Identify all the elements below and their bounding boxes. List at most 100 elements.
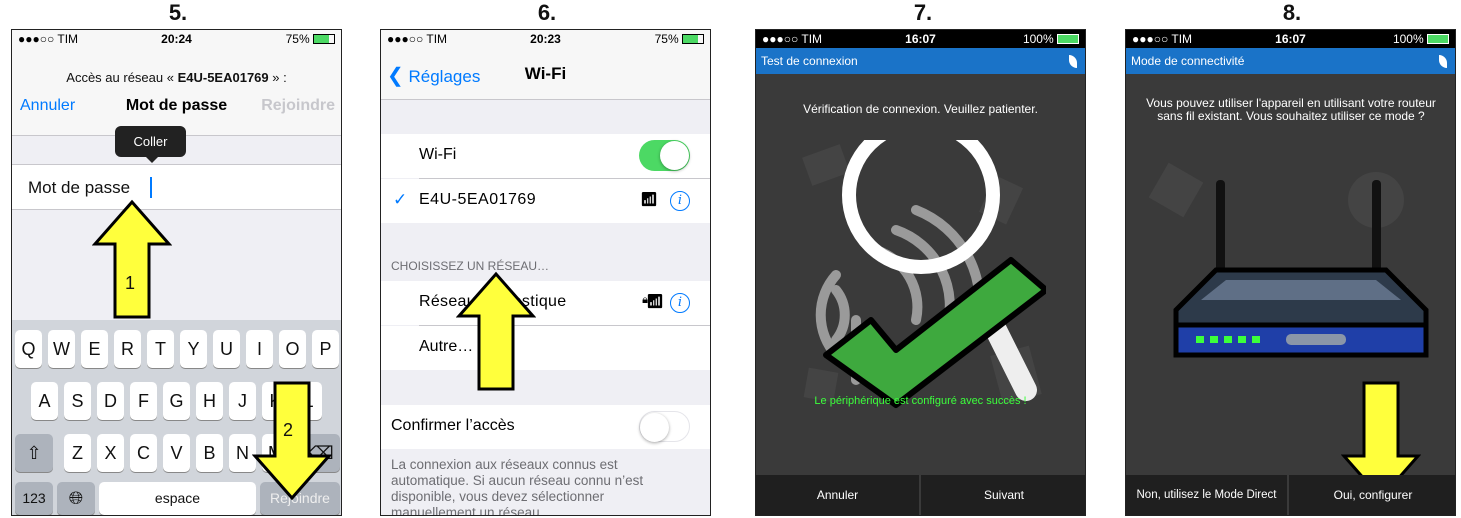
key-f[interactable]: F [130,382,157,420]
battery-label: 75% [286,32,335,46]
battery-label: 75% [655,32,704,46]
key-h[interactable]: H [196,382,223,420]
text-cursor [150,177,152,198]
password-field-label: Mot de passe [28,178,131,197]
key-i[interactable]: I [246,330,273,368]
battery-percent: 75% [654,32,679,46]
key-q[interactable]: Q [15,330,42,368]
app-header-title: Mode de connectivité [1131,54,1245,68]
step-8-label: 8. [1282,0,1302,25]
battery-icon [1427,34,1449,44]
mode-question: Vous pouvez utiliser l'appareil en utili… [1146,96,1436,123]
status-bar: ●●●○○ TIM 20:24 75% [12,30,341,48]
globe-icon: 🌐︎ [68,488,84,508]
phone-screen-connection-test: ●●●○○ TIM 16:07 100% Test de connexion V… [755,29,1086,516]
shift-key[interactable]: ⇧ [15,434,53,472]
battery-percent: 75% [285,32,310,46]
key-p[interactable]: P [312,330,339,368]
wifi-toggle-row: Wi-Fi [381,134,710,178]
key-e[interactable]: E [81,330,108,368]
tooltip-pointer [145,156,159,163]
step-7-label: 7. [913,0,933,25]
key-v[interactable]: V [163,434,190,472]
confirm-access-row: Confirmer l’accès [381,405,710,449]
key-d[interactable]: D [97,382,124,420]
configure-button[interactable]: Oui, configurer [1289,475,1455,515]
leaf-icon [1439,55,1447,68]
direct-mode-button[interactable]: Non, utilisez le Mode Direct [1126,475,1287,515]
app-header: Mode de connectivité [1126,48,1455,74]
nav-bar: ❮ Réglages Wi-Fi [381,48,710,100]
key-c[interactable]: C [130,434,157,472]
success-message: Le périphérique est configuré avec succè… [814,395,1027,407]
network-prompt: Accès au réseau « E4U-5EA01769 » : [12,70,341,85]
app-header: Test de connexion [756,48,1085,74]
phone-screen-password: ●●●○○ TIM 20:24 75% Accès au réseau « E4… [11,29,342,516]
confirm-toggle[interactable] [639,411,690,442]
wifi-signal-icon: 📶︎ [646,293,664,309]
router-illustration [1148,162,1429,358]
shift-icon: ⇧ [26,443,42,463]
network-row-home[interactable]: Réseau domestique 🔒︎ 📶︎ i [381,281,710,325]
space-key[interactable]: espace [99,482,256,515]
key-t[interactable]: T [147,330,174,368]
connected-network-name: E4U-5EA01769 [419,191,537,208]
connection-success-illustration [802,140,1046,408]
info-icon[interactable]: i [670,293,690,313]
battery-label: 100% [1393,32,1449,46]
page-title: Wi-Fi [524,64,567,83]
key-s[interactable]: S [64,382,91,420]
password-header: Accès au réseau « E4U-5EA01769 » : Annul… [12,48,341,136]
join-button[interactable]: Rejoindre [261,97,335,115]
wifi-toggle[interactable] [639,140,690,171]
step-6-label: 6. [537,0,557,25]
prompt-network-name: E4U-5EA01769 [177,70,269,85]
battery-icon [682,34,704,44]
connected-network-row[interactable]: ✓ E4U-5EA01769 📶︎ i [381,179,710,223]
checkmark-icon: ✓ [393,190,408,209]
password-field[interactable]: Mot de passe [12,164,341,210]
key-b[interactable]: B [196,434,223,472]
battery-percent: 100% [1392,32,1424,46]
status-bar: ●●●○○ TIM 20:23 75% [381,30,710,48]
arrow-up-icon [92,199,172,319]
prompt-suffix: » : [268,70,287,85]
step-5-label: 5. [168,0,188,25]
battery-label: 100% [1023,32,1079,46]
key-z[interactable]: Z [64,434,91,472]
battery-icon [313,34,335,44]
info-icon[interactable]: i [670,191,690,211]
key-x[interactable]: X [97,434,124,472]
battery-percent: 100% [1022,32,1054,46]
checking-message: Vérification de connexion. Veuillez pati… [803,102,1038,116]
app-header-title: Test de connexion [761,54,858,68]
status-bar: ●●●○○ TIM 16:07 100% [1126,30,1455,48]
key-a[interactable]: A [31,382,58,420]
key-u[interactable]: U [213,330,240,368]
paste-tooltip[interactable]: Coller [115,126,186,157]
wifi-signal-icon: 📶︎ [640,191,658,207]
confirm-label: Confirmer l’accès [391,417,515,434]
key-r[interactable]: R [114,330,141,368]
key-y[interactable]: Y [180,330,207,368]
key-g[interactable]: G [163,382,190,420]
key-w[interactable]: W [48,330,75,368]
phone-screen-wifi: ●●●○○ TIM 20:23 75% ❮ Réglages Wi-Fi Wi-… [380,29,711,516]
next-button[interactable]: Suivant [921,475,1085,515]
prompt-prefix: Accès au réseau « [66,70,178,85]
globe-key[interactable]: 🌐︎ [57,482,95,515]
other-network-row[interactable]: Autre… [381,326,710,370]
arrow-2-label: 2 [283,420,294,440]
arrow-1-label: 1 [125,273,136,293]
battery-icon [1057,34,1079,44]
cancel-button[interactable]: Annuler [756,475,919,515]
phone-screen-connectivity-mode: ●●●○○ TIM 16:07 100% Mode de connectivit… [1125,29,1456,516]
key-o[interactable]: O [279,330,306,368]
leaf-icon [1069,55,1077,68]
wifi-label: Wi-Fi [419,146,457,163]
arrow-up-icon [456,271,536,391]
tooltip-label: Coller [133,134,168,149]
footer-text: La connexion aux réseaux connus est auto… [391,457,644,516]
status-bar: ●●●○○ TIM 16:07 100% [756,30,1085,48]
numbers-key[interactable]: 123 [15,482,53,515]
